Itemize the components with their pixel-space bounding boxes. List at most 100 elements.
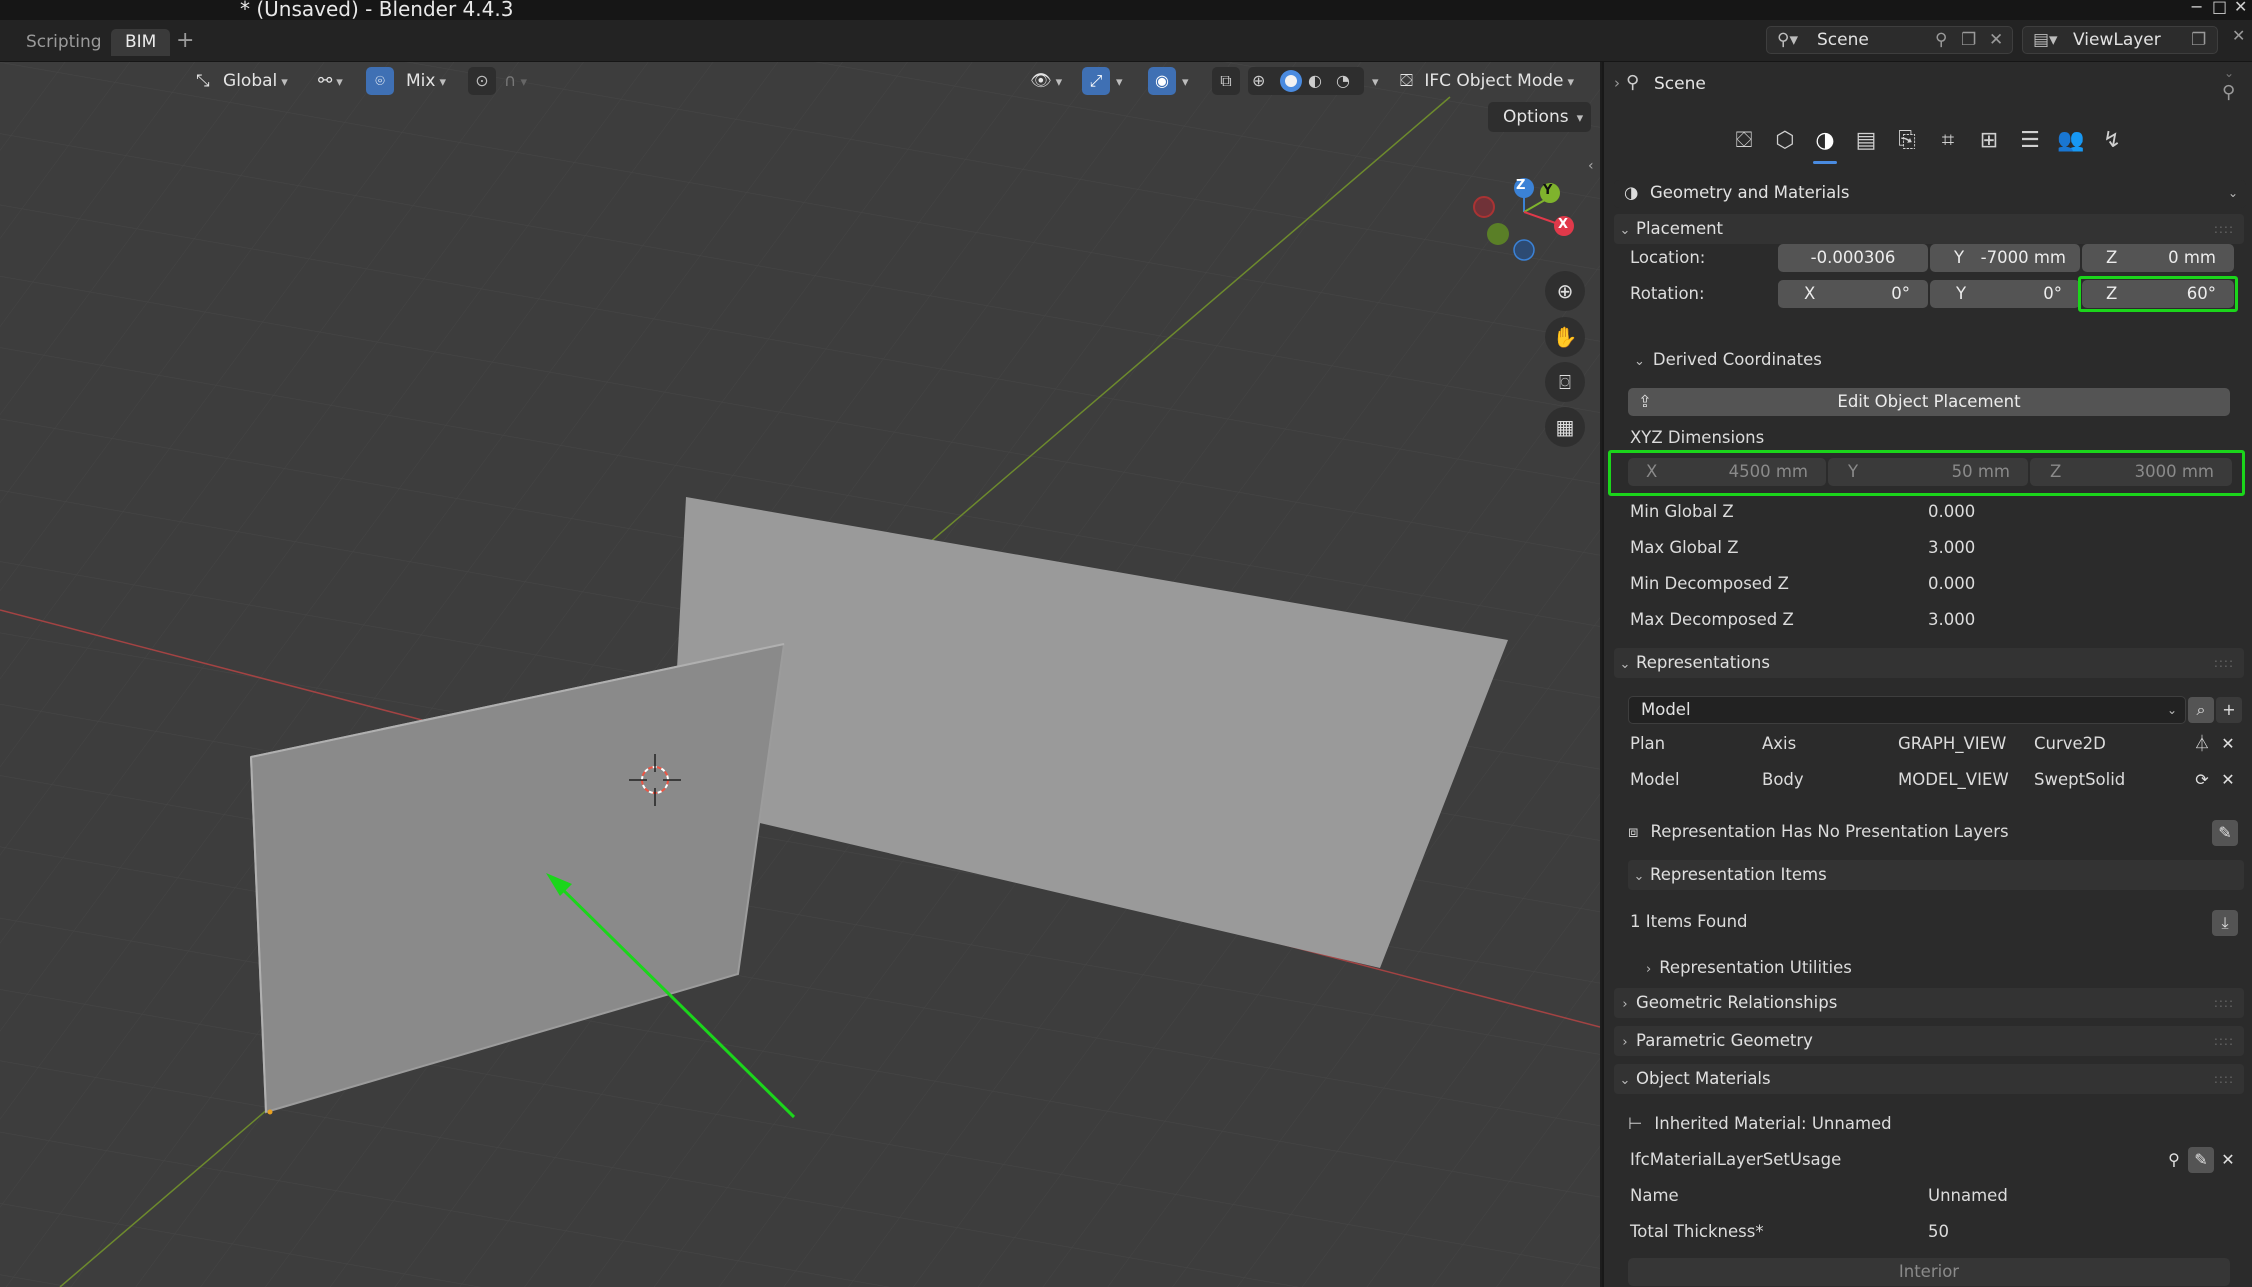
gizmo-z-label[interactable]: Z bbox=[1516, 178, 1525, 193]
filter-icon[interactable]: ⏃ bbox=[2190, 732, 2214, 756]
bim-project-tab-icon[interactable]: ⛋ bbox=[1726, 124, 1762, 158]
top-bar: Scripting BIM + ⚲▾ Scene ⚲ ❐ ✕ ▤▾ ViewLa… bbox=[0, 20, 2252, 62]
tab-bim[interactable]: BIM bbox=[111, 29, 171, 56]
location-z-field[interactable]: Z 0 mm bbox=[2082, 244, 2234, 272]
rotation-z-field[interactable]: Z 60° bbox=[2082, 280, 2234, 308]
scene-name: Scene bbox=[1817, 30, 1869, 50]
search-representation-icon[interactable]: ⌕ bbox=[2188, 697, 2214, 723]
representations-panel-header[interactable]: ⌄ Representations :::: bbox=[1614, 648, 2244, 678]
material-usage-label: IfcMaterialLayerSetUsage bbox=[1630, 1150, 1842, 1169]
remove-rep-model-icon[interactable]: ✕ bbox=[2216, 768, 2240, 792]
gizmo-dropdown[interactable]: ▾ bbox=[1112, 67, 1123, 95]
gizmo-x-label[interactable]: X bbox=[1558, 217, 1568, 232]
drag-handle-icon[interactable]: :::: bbox=[2214, 648, 2234, 678]
new-viewlayer-icon[interactable]: ❐ bbox=[2191, 27, 2206, 53]
object-materials-header[interactable]: ⌄ Object Materials :::: bbox=[1614, 1064, 2244, 1094]
dimension-y-field: Y 50 mm bbox=[1828, 458, 2028, 486]
rotation-x-field[interactable]: X 0° bbox=[1778, 280, 1928, 308]
overlays-toggle-icon[interactable]: ◉ bbox=[1148, 67, 1176, 95]
pin-panel-icon[interactable]: ⚲ bbox=[2222, 82, 2235, 103]
maximize-icon[interactable]: □ bbox=[2212, 0, 2227, 16]
new-scene-icon[interactable]: ❐ bbox=[1961, 27, 1976, 53]
parametric-geometry-header[interactable]: › Parametric Geometry :::: bbox=[1614, 1026, 2244, 1056]
representation-context-dropdown[interactable]: Model ⌄ bbox=[1628, 696, 2186, 724]
edit-pencil-icon[interactable]: ✎ bbox=[2212, 820, 2238, 846]
pivot-point-dropdown[interactable]: ⚯ ▾ bbox=[318, 67, 343, 95]
placement-panel-header[interactable]: ⌄ Placement :::: bbox=[1614, 214, 2244, 244]
pin-icon[interactable]: ⚲ bbox=[1935, 27, 1947, 53]
interior-button[interactable]: Interior bbox=[1628, 1258, 2230, 1286]
drag-handle-icon[interactable]: :::: bbox=[2214, 988, 2234, 1018]
select-material-icon[interactable]: ⚲ bbox=[2162, 1148, 2186, 1172]
collapse-icon[interactable]: › bbox=[1614, 74, 1620, 92]
services-tab-icon[interactable]: ⎘ bbox=[1889, 124, 1925, 158]
proportional-editing-icon[interactable]: ⊙ bbox=[468, 67, 496, 95]
ortho-grid-icon[interactable]: ▦ bbox=[1545, 407, 1585, 447]
rotation-y-field[interactable]: Y 0° bbox=[1930, 280, 2080, 308]
remove-material-icon[interactable]: ✕ bbox=[2216, 1148, 2240, 1172]
sidebar-toggle-icon[interactable]: ‹ bbox=[1588, 158, 1594, 174]
minimize-icon[interactable]: − bbox=[2190, 0, 2203, 16]
snap-target-dropdown[interactable]: Mix ▾ bbox=[406, 67, 446, 95]
chevron-down-icon: ⌄ bbox=[1619, 657, 1631, 672]
export-icon: ⇪ bbox=[1638, 392, 1652, 411]
3d-viewport[interactable]: Z Y X ⊕ ✋ ⌼ ▦ ‹ ⤡ Global ▾ ⚯ ▾ ⌾ Mix ▾ ⊙ ∩ ▾… bbox=[0, 62, 1600, 1287]
representation-utilities-header[interactable]: › Representation Utilities bbox=[1646, 958, 2252, 977]
wireframe-shading-icon[interactable]: ⊕ bbox=[1252, 67, 1265, 95]
add-representation-icon[interactable]: + bbox=[2216, 697, 2242, 723]
items-found-label: 1 Items Found bbox=[1630, 912, 1748, 931]
properties-tabs: ⛋ ⬡ ◑ ▤ ⎘ ⌗ ⊞ ☰ 👥 ↯ bbox=[1604, 110, 2252, 174]
close-icon[interactable]: ✕ bbox=[2234, 0, 2247, 16]
solid-shading-icon[interactable] bbox=[1280, 70, 1302, 92]
material-shading-icon[interactable]: ◐ bbox=[1308, 67, 1322, 95]
pan-hand-icon[interactable]: ✋ bbox=[1545, 317, 1585, 357]
ifc-icon: ⛋ bbox=[1400, 71, 1413, 91]
options-dropdown[interactable]: Options ▾ bbox=[1488, 102, 1591, 132]
drag-handle-icon[interactable]: :::: bbox=[2214, 214, 2234, 244]
gizmo-toggle-icon[interactable]: ⤢ bbox=[1082, 67, 1110, 95]
layers-tab-icon[interactable]: ☰ bbox=[2012, 124, 2048, 158]
location-x-field[interactable]: -0.000306 bbox=[1778, 244, 1928, 272]
refresh-icon[interactable]: ⟳ bbox=[2190, 768, 2214, 792]
falloff-dropdown[interactable]: ∩ ▾ bbox=[504, 67, 527, 95]
rendered-shading-icon[interactable]: ◔ bbox=[1336, 67, 1350, 95]
panel-expand-icon[interactable]: ⌄ bbox=[2224, 66, 2234, 80]
derived-coordinates-header[interactable]: ⌄ Derived Coordinates bbox=[1634, 350, 2252, 369]
delete-scene-icon[interactable]: ✕ bbox=[1989, 27, 2003, 53]
gizmo-y-label[interactable]: Y bbox=[1543, 183, 1552, 198]
delete-viewlayer-icon[interactable]: ✕ bbox=[2232, 26, 2245, 45]
location-y-field[interactable]: Y -7000 mm bbox=[1930, 244, 2080, 272]
representation-items-header[interactable]: ⌄ Representation Items bbox=[1628, 860, 2244, 890]
add-workspace-icon[interactable]: + bbox=[176, 28, 194, 53]
visibility-dropdown[interactable]: 👁 ▾ bbox=[1030, 67, 1062, 95]
remove-rep-plan-icon[interactable]: ✕ bbox=[2216, 732, 2240, 756]
geometric-relationships-header[interactable]: › Geometric Relationships :::: bbox=[1614, 988, 2244, 1018]
xray-toggle-icon[interactable]: ⧉ bbox=[1212, 67, 1240, 95]
download-icon[interactable]: ⤓ bbox=[2212, 910, 2238, 936]
people-tab-icon[interactable]: 👥 bbox=[2053, 124, 2089, 158]
camera-view-icon[interactable]: ⌼ bbox=[1545, 362, 1585, 402]
quality-tab-icon[interactable]: ⊞ bbox=[1971, 124, 2007, 158]
zoom-icon[interactable]: ⊕ bbox=[1545, 271, 1585, 311]
drag-handle-icon[interactable]: :::: bbox=[2214, 1026, 2234, 1056]
scene-canvas[interactable] bbox=[0, 62, 1600, 1287]
edit-object-placement-button[interactable]: ⇪ Edit Object Placement bbox=[1628, 388, 2230, 416]
viewlayer-selector[interactable]: ▤▾ ViewLayer ❐ bbox=[2022, 26, 2218, 54]
shading-dropdown[interactable]: ▾ bbox=[1368, 67, 1379, 95]
tab-scripting[interactable]: Scripting bbox=[12, 29, 116, 56]
scene-icon: ⚲▾ bbox=[1777, 30, 1798, 50]
geometry-tab-icon[interactable]: ◑ bbox=[1807, 124, 1843, 164]
transform-orientation-dropdown[interactable]: ⤡ Global ▾ bbox=[196, 67, 288, 95]
object-tab-icon[interactable]: ⬡ bbox=[1767, 124, 1803, 158]
stack-tab-icon[interactable]: ▤ bbox=[1848, 124, 1884, 158]
drag-handle-icon[interactable]: :::: bbox=[2214, 1064, 2234, 1094]
edit-material-icon[interactable]: ✎ bbox=[2188, 1147, 2214, 1173]
inherited-material-row: ⊢ Inherited Material: Unnamed bbox=[1628, 1114, 1892, 1133]
overlays-dropdown[interactable]: ▾ bbox=[1178, 67, 1189, 95]
analysis-tab-icon[interactable]: ↯ bbox=[2094, 124, 2130, 158]
mode-dropdown[interactable]: ⛋ IFC Object Mode ▾ bbox=[1400, 67, 1574, 95]
category-dropdown[interactable]: ◑ Geometry and Materials ⌄ bbox=[1614, 180, 2246, 208]
snap-toggle-icon[interactable]: ⌾ bbox=[366, 67, 394, 95]
scene-selector[interactable]: ⚲▾ Scene ⚲ ❐ ✕ bbox=[1766, 26, 2013, 54]
structural-tab-icon[interactable]: ⌗ bbox=[1930, 124, 1966, 158]
